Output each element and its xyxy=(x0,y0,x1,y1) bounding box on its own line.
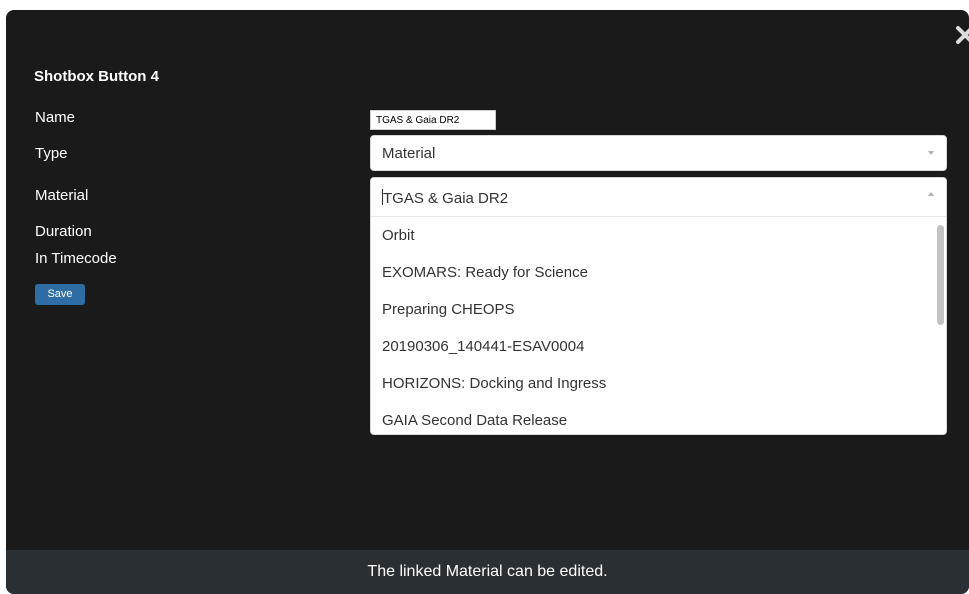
chevron-down-icon xyxy=(928,151,934,155)
material-option[interactable]: Preparing CHEOPS xyxy=(371,291,946,328)
material-label: Material xyxy=(35,187,89,204)
type-label: Type xyxy=(35,145,68,162)
dialog-title: Shotbox Button 4 xyxy=(34,68,159,85)
close-icon[interactable] xyxy=(954,24,969,46)
dialog-frame: Shotbox Button 4 Name Type Material Dura… xyxy=(6,10,969,594)
type-select-value: Material xyxy=(382,145,436,162)
material-options-list: Orbit EXOMARS: Ready for Science Prepari… xyxy=(371,217,946,434)
save-button[interactable]: Save xyxy=(35,284,85,305)
options-scrollbar[interactable] xyxy=(937,225,944,325)
name-input[interactable] xyxy=(370,110,496,130)
caption-bar: The linked Material can be edited. xyxy=(6,550,969,594)
name-label: Name xyxy=(35,109,76,126)
in-timecode-label: In Timecode xyxy=(35,250,117,267)
duration-label: Duration xyxy=(35,223,92,240)
chevron-up-icon xyxy=(928,192,934,196)
material-option[interactable]: GAIA Second Data Release xyxy=(371,402,946,434)
material-option[interactable]: Orbit xyxy=(371,217,946,254)
material-option[interactable]: HORIZONS: Docking and Ingress xyxy=(371,365,946,402)
material-option[interactable]: 20190306_140441-ESAV0004 xyxy=(371,328,946,365)
material-search-input[interactable]: TGAS & Gaia DR2 xyxy=(371,178,946,217)
type-select[interactable]: Material xyxy=(370,135,947,171)
material-select-value: TGAS & Gaia DR2 xyxy=(383,190,509,207)
material-select[interactable]: TGAS & Gaia DR2 Orbit EXOMARS: Ready for… xyxy=(370,177,947,435)
material-option[interactable]: EXOMARS: Ready for Science xyxy=(371,254,946,291)
